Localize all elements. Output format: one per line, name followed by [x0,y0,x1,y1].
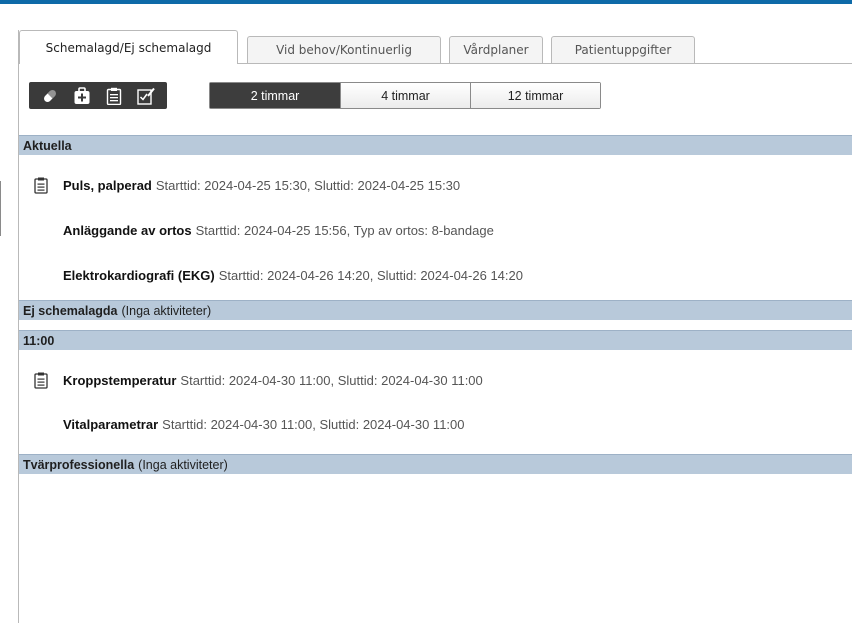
range-4h-button[interactable]: 4 timmar [340,83,470,108]
activity-name: Vitalparametrar [63,416,159,432]
activity-detail: Starttid: 2024-04-26 14:20, Sluttid: 202… [218,267,523,283]
section-title: Ej schemalagda [23,303,118,318]
activity-name: Puls, palperad [63,177,152,193]
activity-detail: Starttid: 2024-04-30 11:00, Sluttid: 202… [162,416,465,432]
pill-icon[interactable] [39,85,61,107]
list-item[interactable]: Kroppstemperatur Starttid: 2024-04-30 11… [19,369,852,391]
divider [0,181,1,236]
tab-bar: Schemalagd/Ej schemalagd Vid behov/Konti… [19,30,852,64]
activity-detail: Starttid: 2024-04-30 11:00, Sluttid: 202… [180,372,483,388]
tab-patientuppgifter[interactable]: Patientuppgifter [551,36,695,63]
activity-panel: Schemalagd/Ej schemalagd Vid behov/Konti… [18,30,852,623]
list-item[interactable]: Anläggande av ortos Starttid: 2024-04-25… [19,219,852,241]
time-range-selector: 2 timmar 4 timmar 12 timmar [209,82,601,109]
list-item[interactable]: Puls, palperad Starttid: 2024-04-25 15:3… [19,174,852,196]
range-12h-button[interactable]: 12 timmar [470,83,600,108]
activity-name: Elektrokardiografi (EKG) [63,267,215,283]
tab-vardplaner[interactable]: Vårdplaner [449,36,543,63]
section-note: (Inga aktiviteter) [121,303,212,318]
section-title: 11:00 [23,333,55,348]
list-item[interactable]: Elektrokardiografi (EKG) Starttid: 2024-… [19,264,852,286]
section-header-aktuella: Aktuella [19,135,852,155]
clipboard-icon [33,372,49,389]
section-title: Tvärprofessionella [23,457,135,472]
activity-detail: Starttid: 2024-04-25 15:56, Typ av ortos… [195,222,494,238]
action-toolbar [29,82,167,109]
list-item[interactable]: Vitalparametrar Starttid: 2024-04-30 11:… [19,413,852,435]
section-title: Aktuella [23,138,72,153]
clipboard-icon [33,177,49,194]
range-2h-button[interactable]: 2 timmar [210,83,340,108]
section-note: (Inga aktiviteter) [138,457,228,472]
section-header-time: 11:00 [19,330,852,350]
tab-vid-behov[interactable]: Vid behov/Kontinuerlig [247,36,441,63]
activity-detail: Starttid: 2024-04-25 15:30, Sluttid: 202… [155,177,461,193]
top-accent-bar [0,0,852,4]
activity-name: Kroppstemperatur [63,372,177,388]
tab-schemalagd[interactable]: Schemalagd/Ej schemalagd [19,30,238,64]
medical-kit-add-icon[interactable] [71,85,93,107]
edit-checklist-icon[interactable] [135,85,157,107]
activity-name: Anläggande av ortos [63,222,192,238]
section-header-ej-schemalagda: Ej schemalagda (Inga aktiviteter) [19,300,852,320]
clipboard-icon[interactable] [103,85,125,107]
section-header-tvarprofessionella: Tvärprofessionella (Inga aktiviteter) [19,454,852,474]
